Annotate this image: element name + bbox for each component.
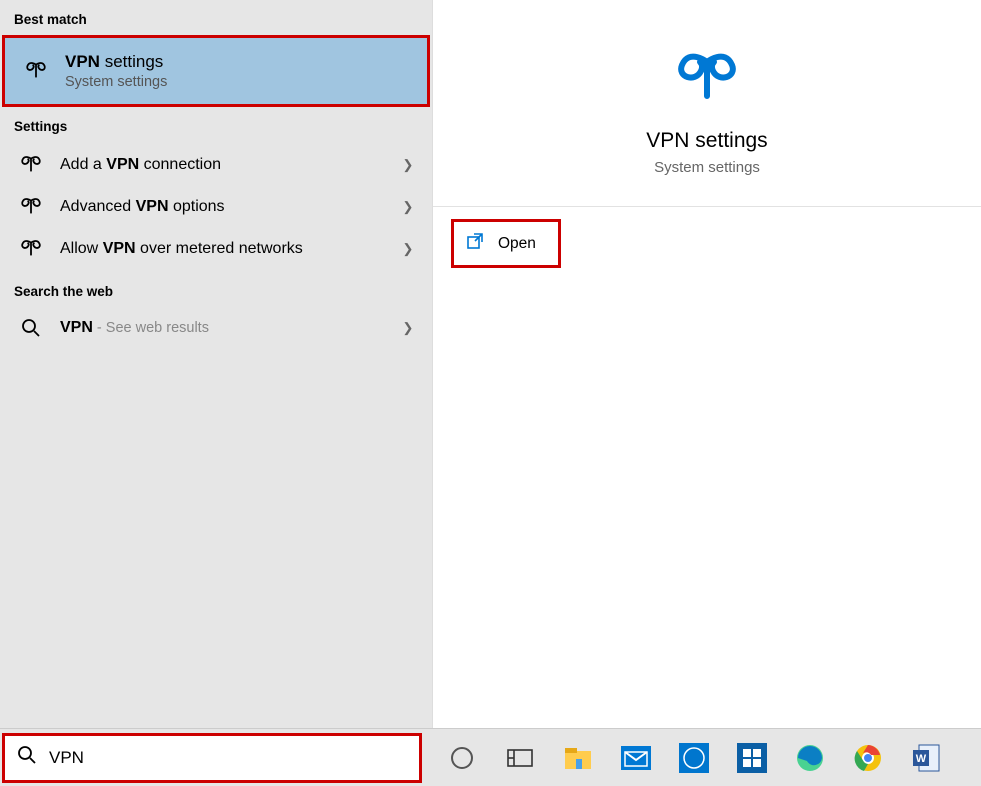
word-icon[interactable]: W bbox=[908, 740, 944, 776]
edge-icon[interactable] bbox=[792, 740, 828, 776]
search-web-header: Search the web bbox=[0, 272, 432, 307]
divider bbox=[433, 206, 981, 207]
setting-row-add-vpn[interactable]: Add a VPN connection ❯ bbox=[0, 144, 432, 186]
chevron-right-icon: ❯ bbox=[398, 199, 418, 215]
taskbar-search-box[interactable] bbox=[2, 733, 422, 783]
web-result-row[interactable]: VPN - See web results ❯ bbox=[0, 307, 432, 349]
svg-text:W: W bbox=[916, 753, 927, 765]
open-icon bbox=[466, 232, 484, 255]
dell-icon[interactable] bbox=[676, 740, 712, 776]
open-label: Open bbox=[498, 235, 536, 253]
results-panel: Best match VPN settings System settings … bbox=[0, 0, 432, 728]
vpn-icon bbox=[16, 197, 46, 217]
detail-title: VPN settings bbox=[453, 129, 961, 153]
best-match-subtitle: System settings bbox=[65, 74, 167, 90]
setting-label: Allow VPN over metered networks bbox=[60, 240, 384, 258]
search-input[interactable] bbox=[49, 748, 407, 768]
detail-subtitle: System settings bbox=[453, 159, 961, 176]
chevron-right-icon: ❯ bbox=[398, 241, 418, 257]
task-view-icon[interactable] bbox=[502, 740, 538, 776]
open-button[interactable]: Open bbox=[451, 219, 561, 268]
chevron-right-icon: ❯ bbox=[398, 157, 418, 173]
setting-row-metered-vpn[interactable]: Allow VPN over metered networks ❯ bbox=[0, 228, 432, 270]
web-result-label: VPN - See web results bbox=[60, 319, 384, 337]
taskbar: W bbox=[0, 728, 981, 786]
search-icon bbox=[16, 318, 46, 338]
cortana-icon[interactable] bbox=[444, 740, 480, 776]
chrome-icon[interactable] bbox=[850, 740, 886, 776]
setting-row-advanced-vpn[interactable]: Advanced VPN options ❯ bbox=[0, 186, 432, 228]
file-explorer-icon[interactable] bbox=[560, 740, 596, 776]
best-match-header: Best match bbox=[0, 0, 432, 35]
search-icon bbox=[17, 745, 37, 771]
settings-header: Settings bbox=[0, 107, 432, 142]
setting-label: Advanced VPN options bbox=[60, 198, 384, 216]
vpn-icon bbox=[21, 61, 51, 81]
best-match-title: VPN settings bbox=[65, 52, 167, 72]
vpn-icon bbox=[16, 239, 46, 259]
detail-panel: VPN settings System settings Open bbox=[432, 0, 981, 728]
best-match-result[interactable]: VPN settings System settings bbox=[2, 35, 430, 107]
setting-label: Add a VPN connection bbox=[60, 156, 384, 174]
vpn-icon bbox=[453, 50, 961, 111]
mail-icon[interactable] bbox=[618, 740, 654, 776]
chevron-right-icon: ❯ bbox=[398, 320, 418, 336]
app-icon[interactable] bbox=[734, 740, 770, 776]
vpn-icon bbox=[16, 155, 46, 175]
